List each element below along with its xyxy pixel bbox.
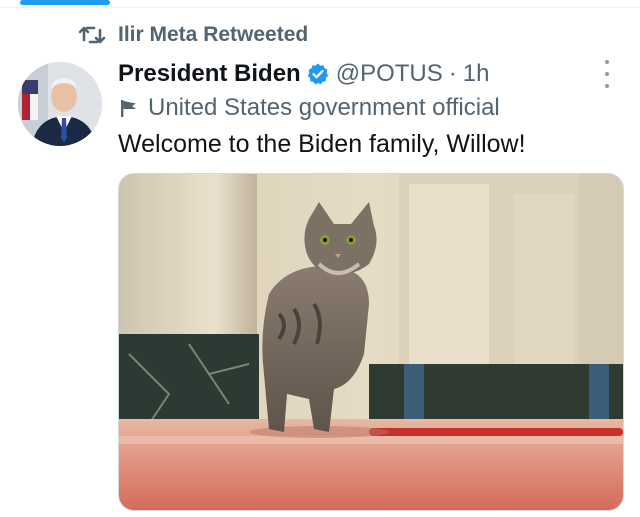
avatar[interactable] xyxy=(18,62,102,146)
verified-badge-icon xyxy=(306,62,330,86)
display-name[interactable]: President Biden xyxy=(118,60,301,88)
account-label[interactable]: United States government official xyxy=(118,93,500,123)
retweet-icon xyxy=(78,24,106,46)
separator-dot: · xyxy=(448,60,457,87)
tweet-text: Welcome to the Biden family, Willow! xyxy=(118,130,526,158)
account-label-text: United States government official xyxy=(148,94,500,121)
retweet-context[interactable]: Ilir Meta Retweeted xyxy=(78,22,308,48)
user-handle[interactable]: @POTUS xyxy=(336,60,443,88)
tweet-photo[interactable] xyxy=(118,173,624,511)
retweet-text[interactable]: Ilir Meta Retweeted xyxy=(118,23,308,47)
flag-icon xyxy=(118,97,140,119)
active-tab-indicator xyxy=(20,0,110,5)
timestamp[interactable]: 1h xyxy=(463,60,490,88)
divider xyxy=(0,7,640,8)
tweet-header: President Biden @POTUS · 1h xyxy=(118,58,489,90)
more-options-icon[interactable] xyxy=(598,60,616,88)
cat-photo-image xyxy=(119,174,623,510)
